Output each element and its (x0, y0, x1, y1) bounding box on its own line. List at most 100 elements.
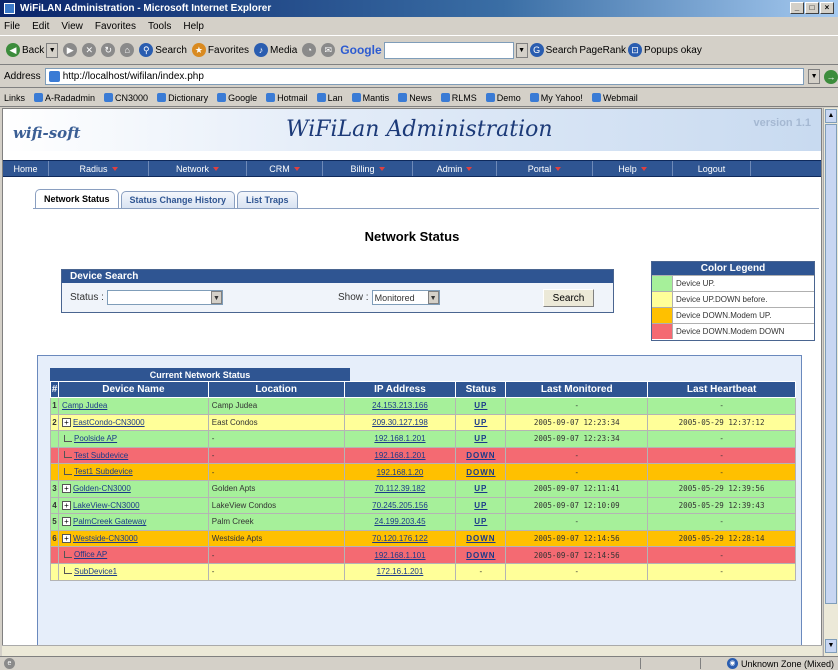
column-header[interactable]: Status (455, 381, 507, 398)
status-link[interactable]: DOWN (466, 534, 495, 543)
ip-address-link[interactable]: 192.168.1.201 (374, 434, 425, 443)
ip-address-link[interactable]: 192.168.1.201 (374, 451, 425, 460)
column-header[interactable]: Last Heartbeat (647, 381, 796, 398)
menu-favorites[interactable]: Favorites (95, 21, 136, 32)
history-button[interactable]: ◔ (302, 43, 317, 57)
link-item[interactable]: CN3000 (104, 93, 148, 103)
forward-button[interactable]: ▶ (63, 43, 78, 57)
go-icon[interactable]: → (824, 69, 838, 84)
maximize-button[interactable]: □ (805, 2, 819, 14)
minimize-button[interactable]: _ (790, 2, 804, 14)
column-header[interactable]: # (50, 381, 59, 398)
google-search-button[interactable]: G Search (529, 43, 577, 57)
close-button[interactable]: × (820, 2, 834, 14)
link-item[interactable]: Webmail (591, 93, 638, 103)
device-name-link[interactable]: LakeView-CN3000 (73, 501, 140, 510)
ip-address-link[interactable]: 70.245.205.156 (372, 501, 428, 510)
vertical-scrollbar[interactable]: ▲ ▼ (823, 108, 838, 656)
status-link[interactable]: UP (474, 434, 487, 443)
link-item[interactable]: RLMS (440, 93, 477, 103)
device-name-link[interactable]: Golden-CN3000 (73, 484, 131, 493)
column-header[interactable]: Last Monitored (505, 381, 649, 398)
ip-address-link[interactable]: 209.30.127.198 (372, 418, 428, 427)
nav-network[interactable]: Network (149, 161, 247, 176)
ip-address-link[interactable]: 172.16.1.201 (377, 567, 424, 576)
ip-address-link[interactable]: 24.153.213.166 (372, 401, 428, 410)
expand-icon[interactable]: + (61, 417, 71, 427)
tab-status-change-history[interactable]: Status Change History (120, 191, 236, 208)
status-link[interactable]: DOWN (466, 468, 495, 477)
mail-button[interactable]: ✉ (321, 43, 336, 57)
search-button[interactable]: ⚲ Search (139, 43, 187, 57)
nav-logout[interactable]: Logout (673, 161, 751, 176)
menu-edit[interactable]: Edit (32, 21, 49, 32)
google-search-input[interactable] (383, 41, 514, 59)
popups-button[interactable]: ⊡ Popups okay (628, 43, 702, 57)
device-name-link[interactable]: EastCondo-CN3000 (73, 418, 145, 427)
link-item[interactable]: News (398, 93, 432, 103)
status-link[interactable]: DOWN (466, 451, 495, 460)
stop-button[interactable]: ✕ (82, 43, 97, 57)
expand-icon[interactable]: + (61, 534, 71, 544)
column-header[interactable]: Location (207, 381, 345, 398)
link-item[interactable]: Demo (485, 93, 521, 103)
nav-radius[interactable]: Radius (49, 161, 149, 176)
column-header[interactable]: IP Address (343, 381, 457, 398)
menu-tools[interactable]: Tools (148, 21, 171, 32)
show-select[interactable]: Monitored ▼ (371, 290, 440, 305)
device-name-link[interactable]: PalmCreek Gateway (73, 517, 146, 526)
status-link[interactable]: UP (474, 517, 487, 526)
chevron-down-icon[interactable]: ▼ (515, 42, 528, 58)
address-input[interactable]: http://localhost/wifilan/index.php (44, 68, 805, 85)
link-item[interactable]: Lan (316, 93, 343, 103)
chevron-down-icon[interactable]: ▼ (46, 42, 59, 58)
status-link[interactable]: UP (474, 418, 487, 427)
scroll-down-arrow[interactable]: ▼ (825, 639, 837, 653)
nav-billing[interactable]: Billing (323, 161, 413, 176)
device-name-link[interactable]: Camp Judea (62, 401, 107, 410)
horizontal-scrollbar[interactable] (2, 645, 822, 656)
ip-address-link[interactable]: 192.168.1.101 (374, 551, 425, 560)
back-button[interactable]: ◀ Back ▼ (6, 42, 59, 58)
column-header[interactable]: Device Name (57, 381, 209, 398)
link-item[interactable]: Mantis (351, 93, 389, 103)
tab-network-status[interactable]: Network Status (35, 189, 119, 208)
status-link[interactable]: UP (474, 501, 487, 510)
nav-admin[interactable]: Admin (413, 161, 497, 176)
media-button[interactable]: ♪ Media (254, 43, 297, 57)
link-item[interactable]: Google (217, 93, 257, 103)
link-item[interactable]: A-Radadmin (34, 93, 95, 103)
favorites-button[interactable]: ★ Favorites (191, 43, 249, 57)
menu-file[interactable]: File (4, 21, 20, 32)
device-name-link[interactable]: Test Subdevice (74, 451, 128, 460)
ip-address-link[interactable]: 192.168.1.20 (377, 468, 424, 477)
menu-view[interactable]: View (61, 21, 83, 32)
device-name-link[interactable]: Poolside AP (74, 434, 117, 443)
scroll-up-arrow[interactable]: ▲ (825, 109, 837, 123)
device-name-link[interactable]: Westside-CN3000 (73, 534, 138, 543)
nav-home[interactable]: Home (3, 161, 49, 176)
home-button[interactable]: ⌂ (120, 43, 135, 57)
nav-crm[interactable]: CRM (247, 161, 323, 176)
nav-help[interactable]: Help (593, 161, 673, 176)
ip-address-link[interactable]: 24.199.203.45 (374, 517, 425, 526)
expand-icon[interactable]: + (61, 484, 71, 494)
expand-icon[interactable]: + (61, 517, 71, 527)
menu-help[interactable]: Help (183, 21, 204, 32)
expand-icon[interactable]: + (61, 500, 71, 510)
status-select[interactable]: ▼ (106, 290, 223, 305)
refresh-button[interactable]: ↻ (101, 43, 116, 57)
chevron-down-icon[interactable]: ▼ (808, 69, 821, 84)
ip-address-link[interactable]: 70.120.176.122 (372, 534, 428, 543)
nav-portal[interactable]: Portal (497, 161, 593, 176)
status-link[interactable]: UP (474, 484, 487, 493)
link-item[interactable]: Hotmail (266, 93, 308, 103)
status-link[interactable]: DOWN (466, 551, 495, 560)
search-button[interactable]: Search (543, 289, 594, 307)
status-link[interactable]: UP (474, 401, 487, 410)
link-item[interactable]: My Yahoo! (529, 93, 583, 103)
device-name-link[interactable]: SubDevice1 (74, 567, 117, 576)
scroll-thumb[interactable] (825, 124, 837, 604)
device-name-link[interactable]: Test1 Subdevice (74, 467, 133, 476)
tab-list-traps[interactable]: List Traps (237, 191, 298, 208)
